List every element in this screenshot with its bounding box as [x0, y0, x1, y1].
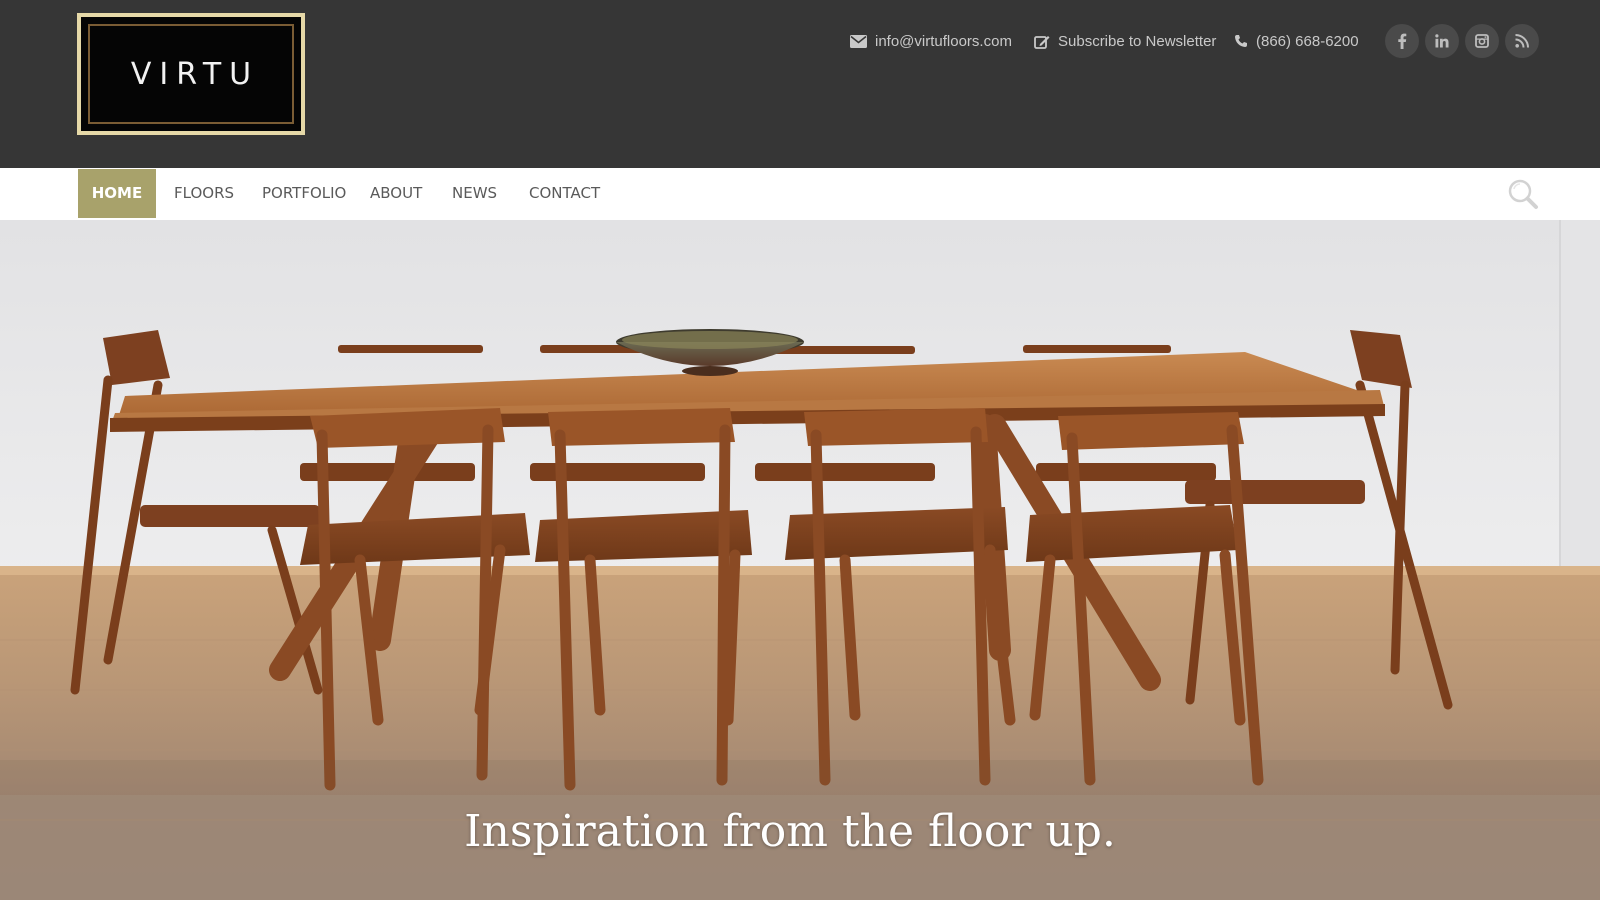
main-nav: HOME FLOORS PORTFOLIO ABOUT NEWS CONTACT — [0, 168, 1600, 220]
phone-icon — [1235, 35, 1247, 47]
nav-item-contact[interactable]: CONTACT — [529, 169, 600, 218]
nav-item-news[interactable]: NEWS — [452, 169, 497, 218]
dining-room-photo — [0, 220, 1600, 900]
linkedin-icon — [1435, 34, 1449, 48]
newsletter-link[interactable]: Subscribe to Newsletter — [1034, 30, 1216, 52]
search-icon — [1508, 179, 1538, 209]
nav-item-about[interactable]: ABOUT — [370, 169, 422, 218]
hero-tagline: Inspiration from the floor up. — [464, 806, 1116, 857]
instagram-icon — [1475, 34, 1489, 48]
logo-text: VIRTU — [130, 56, 260, 92]
rss-icon — [1515, 34, 1529, 48]
nav-item-floors[interactable]: FLOORS — [174, 169, 234, 218]
logo-frame: VIRTU — [88, 24, 294, 124]
site-header: VIRTU info@virtufloors.com Subscribe to … — [0, 0, 1600, 168]
nav-item-home[interactable]: HOME — [78, 169, 156, 218]
phone-link[interactable]: (866) 668-6200 — [1234, 30, 1359, 52]
facebook-icon — [1398, 33, 1407, 49]
rss-button[interactable] — [1505, 24, 1539, 58]
logo-inner: VIRTU — [81, 17, 301, 131]
instagram-button[interactable] — [1465, 24, 1499, 58]
newsletter-text: Subscribe to Newsletter — [1058, 32, 1217, 50]
phone-text: (866) 668-6200 — [1256, 32, 1359, 50]
facebook-button[interactable] — [1385, 24, 1419, 58]
envelope-icon — [850, 34, 867, 48]
virtu-logo[interactable]: VIRTU — [77, 13, 305, 135]
nav-item-portfolio[interactable]: PORTFOLIO — [262, 169, 346, 218]
linkedin-button[interactable] — [1425, 24, 1459, 58]
email-text: info@virtufloors.com — [875, 32, 1012, 50]
edit-icon — [1034, 35, 1050, 49]
email-link[interactable]: info@virtufloors.com — [850, 30, 1012, 52]
hero-banner: Inspiration from the floor up. — [0, 220, 1600, 900]
search-button[interactable] — [1506, 177, 1540, 211]
